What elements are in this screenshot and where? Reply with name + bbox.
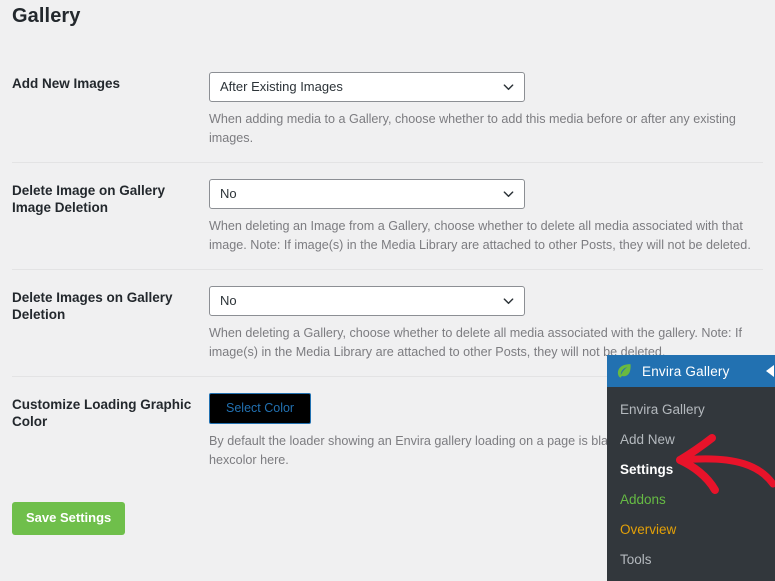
chevron-down-icon: [503, 296, 514, 307]
setting-description: When deleting an Image from a Gallery, c…: [209, 219, 751, 252]
select-value: No: [220, 186, 237, 201]
select-value: No: [220, 293, 237, 308]
chevron-down-icon: [503, 82, 514, 93]
menu-item-add-new[interactable]: Add New: [607, 425, 775, 455]
select-value: After Existing Images: [220, 79, 343, 94]
setting-field: After Existing Images When adding media …: [209, 72, 763, 148]
delete-images-on-gallery-deletion-select[interactable]: No: [209, 286, 525, 316]
setting-field: No When deleting an Image from a Gallery…: [209, 179, 763, 255]
setting-label: Add New Images: [12, 76, 121, 91]
add-new-images-select[interactable]: After Existing Images: [209, 72, 525, 102]
admin-menu: Envira Gallery Envira Gallery Add New Se…: [607, 355, 775, 581]
setting-label: Customize Loading Graphic Color: [12, 397, 192, 429]
admin-submenu: Envira Gallery Add New Settings Addons O…: [607, 387, 775, 575]
leaf-icon: [614, 361, 634, 381]
menu-item-addons[interactable]: Addons: [607, 485, 775, 515]
setting-label: Delete Images on Gallery Deletion: [12, 290, 173, 322]
setting-row-delete-image-on-gallery-image-deletion: Delete Image on Gallery Image Deletion N…: [12, 162, 763, 269]
menu-item-envira-gallery[interactable]: Envira Gallery: [607, 395, 775, 425]
admin-menu-header[interactable]: Envira Gallery: [607, 355, 775, 387]
select-color-button[interactable]: Select Color: [209, 393, 312, 424]
admin-menu-title: Envira Gallery: [642, 363, 730, 379]
settings-page: Gallery Add New Images After Existing Im…: [0, 0, 775, 581]
menu-item-settings[interactable]: Settings: [607, 455, 775, 485]
chevron-down-icon: [503, 189, 514, 200]
save-settings-button[interactable]: Save Settings: [12, 502, 126, 535]
setting-label: Delete Image on Gallery Image Deletion: [12, 183, 166, 215]
collapse-arrow-icon[interactable]: [761, 362, 775, 380]
page-title: Gallery: [12, 5, 81, 27]
menu-item-tools[interactable]: Tools: [607, 545, 775, 575]
setting-description: When adding media to a Gallery, choose w…: [209, 112, 736, 145]
setting-field: No When deleting a Gallery, choose wheth…: [209, 286, 763, 362]
menu-item-overview[interactable]: Overview: [607, 515, 775, 545]
setting-row-add-new-images: Add New Images After Existing Images Whe…: [12, 56, 763, 162]
delete-image-on-gallery-image-deletion-select[interactable]: No: [209, 179, 525, 209]
